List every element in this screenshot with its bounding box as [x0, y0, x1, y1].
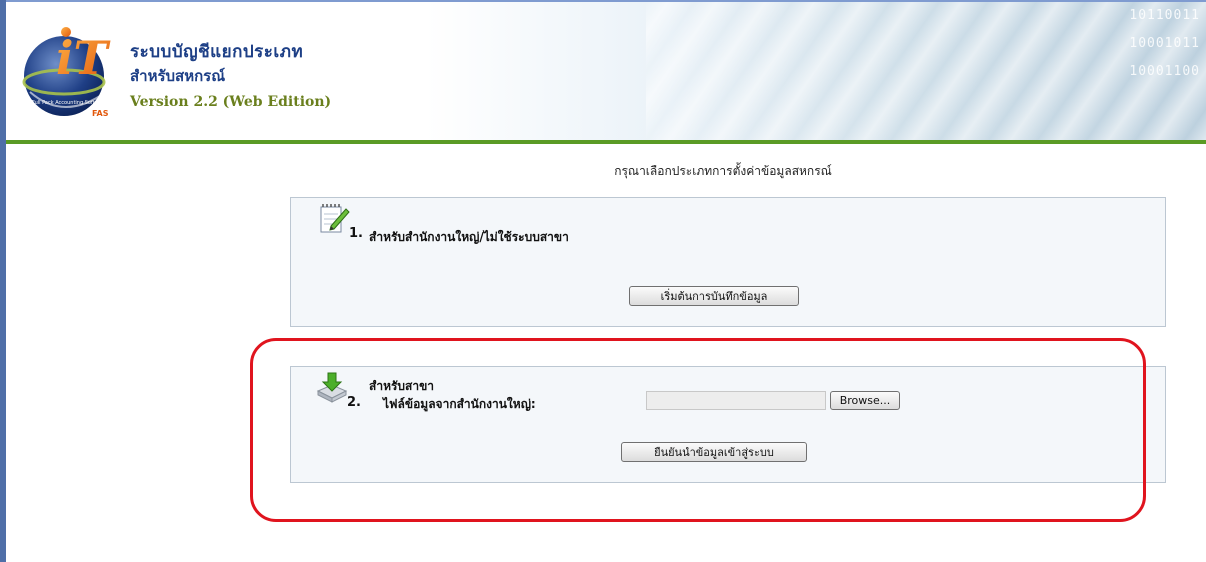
option-headoffice-panel: 1. สำหรับสำนักงานใหญ่/ไม่ใช้ระบบสาขา เริ…	[290, 197, 1166, 327]
app-title-line1: ระบบบัญชีแยกประเภท	[130, 42, 304, 62]
page-instruction: กรุณาเลือกประเภทการตั้งค่าข้อมูลสหกรณ์	[614, 164, 832, 178]
logo-ring-text: Full Pack Accounting Software	[32, 100, 107, 106]
option1-label: สำหรับสำนักงานใหญ่/ไม่ใช้ระบบสาขา	[369, 230, 569, 244]
option1-number: 1.	[349, 226, 363, 241]
logo-badge: FAS	[92, 109, 109, 118]
notepad-pencil-icon	[317, 202, 351, 240]
binary-decoration-1: 10110011	[1129, 8, 1200, 23]
header-decoration	[646, 2, 1206, 140]
app-logo: Full Pack Accounting Software iT FAS	[20, 12, 116, 130]
binary-decoration-3: 10001100	[1129, 64, 1200, 79]
app-version: Version 2.2 (Web Edition)	[130, 94, 332, 110]
app-title-line2: สำหรับสหกรณ์	[130, 67, 226, 85]
highlight-annotation	[250, 338, 1146, 522]
binary-decoration-2: 10001011	[1129, 36, 1200, 51]
header-divider	[6, 140, 1206, 144]
app-header: 10110011 10001011 10001100 Full Pack Acc…	[6, 2, 1206, 140]
start-data-entry-button[interactable]: เริ่มต้นการบันทึกข้อมูล	[629, 286, 799, 306]
logo-text: iT	[56, 31, 111, 85]
